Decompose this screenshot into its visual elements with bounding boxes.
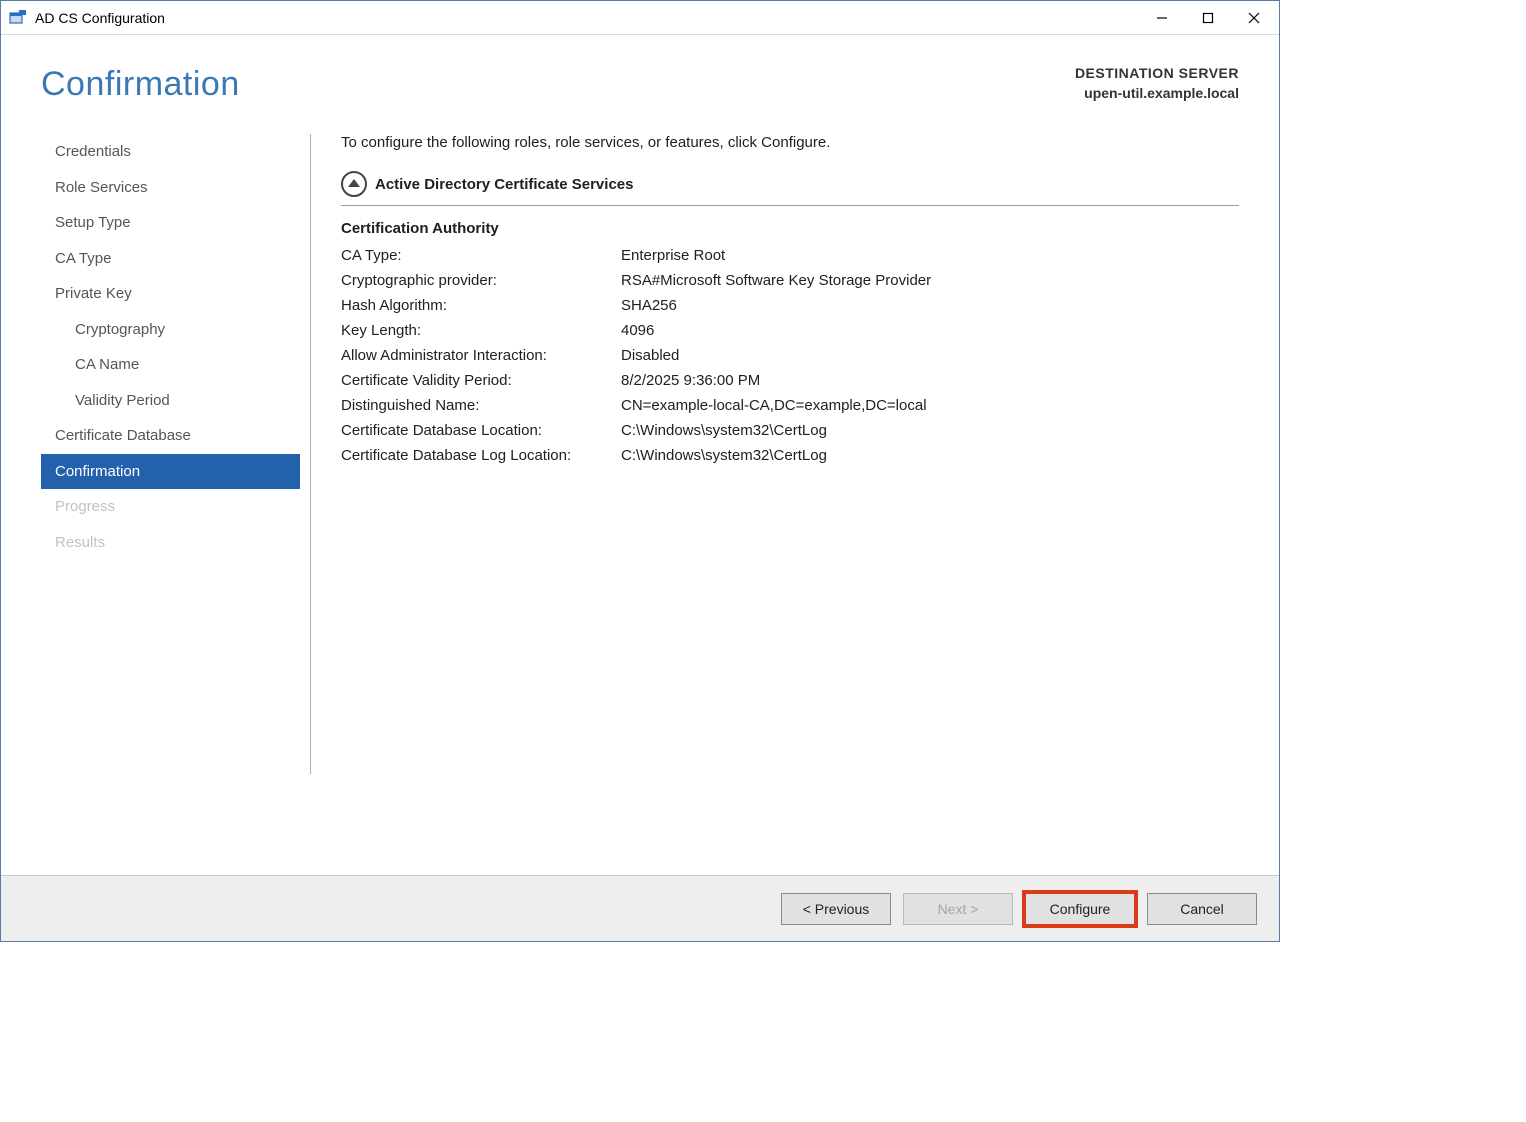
configure-button[interactable]: Configure: [1025, 893, 1135, 925]
settings-key: Key Length:: [341, 322, 621, 339]
settings-row: Certificate Database Log Location:C:\Win…: [341, 447, 1239, 464]
settings-value: RSA#Microsoft Software Key Storage Provi…: [621, 272, 1239, 289]
settings-key: Certificate Validity Period:: [341, 372, 621, 389]
sidebar-item-certificate-database[interactable]: Certificate Database: [41, 418, 300, 454]
settings-list: CA Type:Enterprise RootCryptographic pro…: [341, 247, 1239, 464]
cancel-button[interactable]: Cancel: [1147, 893, 1257, 925]
settings-key: Certificate Database Log Location:: [341, 447, 621, 464]
previous-button[interactable]: < Previous: [781, 893, 891, 925]
settings-row: Distinguished Name:CN=example-local-CA,D…: [341, 397, 1239, 414]
destination-server-label: DESTINATION SERVER: [1075, 65, 1239, 81]
settings-row: Certificate Validity Period:8/2/2025 9:3…: [341, 372, 1239, 389]
sidebar-item-confirmation[interactable]: Confirmation: [41, 454, 300, 490]
sidebar-item-progress: Progress: [41, 489, 300, 525]
settings-key: Allow Administrator Interaction:: [341, 347, 621, 364]
destination-server-block: DESTINATION SERVER upen-util.example.loc…: [1075, 65, 1239, 101]
settings-key: Cryptographic provider:: [341, 272, 621, 289]
section-title: Active Directory Certificate Services: [375, 176, 633, 193]
settings-value: Enterprise Root: [621, 247, 1239, 264]
settings-key: Distinguished Name:: [341, 397, 621, 414]
chevron-up-icon: [341, 171, 367, 197]
settings-value: Disabled: [621, 347, 1239, 364]
settings-value: C:\Windows\system32\CertLog: [621, 447, 1239, 464]
sidebar-item-ca-type[interactable]: CA Type: [41, 241, 300, 277]
settings-value: SHA256: [621, 297, 1239, 314]
wizard-sidebar: CredentialsRole ServicesSetup TypeCA Typ…: [41, 134, 311, 774]
sidebar-item-cryptography[interactable]: Cryptography: [41, 312, 300, 348]
sidebar-item-credentials[interactable]: Credentials: [41, 134, 300, 170]
settings-key: Certificate Database Location:: [341, 422, 621, 439]
content-pane: To configure the following roles, role s…: [311, 134, 1239, 804]
destination-server-name: upen-util.example.local: [1075, 85, 1239, 101]
settings-key: CA Type:: [341, 247, 621, 264]
page-header: Confirmation DESTINATION SERVER upen-uti…: [1, 35, 1279, 114]
section-header[interactable]: Active Directory Certificate Services: [341, 171, 1239, 206]
footer-buttons: < Previous Next > Configure Cancel: [1, 875, 1279, 941]
main-area: CredentialsRole ServicesSetup TypeCA Typ…: [1, 114, 1279, 804]
settings-row: Key Length:4096: [341, 322, 1239, 339]
sub-title: Certification Authority: [341, 220, 1239, 237]
settings-value: CN=example-local-CA,DC=example,DC=local: [621, 397, 1239, 414]
sidebar-item-results: Results: [41, 525, 300, 561]
sidebar-item-ca-name[interactable]: CA Name: [41, 347, 300, 383]
sidebar-item-private-key[interactable]: Private Key: [41, 276, 300, 312]
settings-row: CA Type:Enterprise Root: [341, 247, 1239, 264]
settings-value: 4096: [621, 322, 1239, 339]
sidebar-item-setup-type[interactable]: Setup Type: [41, 205, 300, 241]
settings-row: Hash Algorithm:SHA256: [341, 297, 1239, 314]
settings-row: Cryptographic provider:RSA#Microsoft Sof…: [341, 272, 1239, 289]
sidebar-item-validity-period[interactable]: Validity Period: [41, 383, 300, 419]
settings-value: C:\Windows\system32\CertLog: [621, 422, 1239, 439]
settings-key: Hash Algorithm:: [341, 297, 621, 314]
app-icon: [9, 9, 27, 27]
window-title: AD CS Configuration: [35, 10, 1139, 26]
window-controls: [1139, 2, 1277, 34]
intro-text: To configure the following roles, role s…: [341, 134, 1239, 151]
page-title: Confirmation: [41, 65, 240, 104]
sidebar-item-role-services[interactable]: Role Services: [41, 170, 300, 206]
settings-value: 8/2/2025 9:36:00 PM: [621, 372, 1239, 389]
minimize-button[interactable]: [1139, 2, 1185, 34]
settings-row: Certificate Database Location:C:\Windows…: [341, 422, 1239, 439]
titlebar: AD CS Configuration: [1, 1, 1279, 35]
settings-row: Allow Administrator Interaction:Disabled: [341, 347, 1239, 364]
maximize-button[interactable]: [1185, 2, 1231, 34]
close-button[interactable]: [1231, 2, 1277, 34]
next-button: Next >: [903, 893, 1013, 925]
